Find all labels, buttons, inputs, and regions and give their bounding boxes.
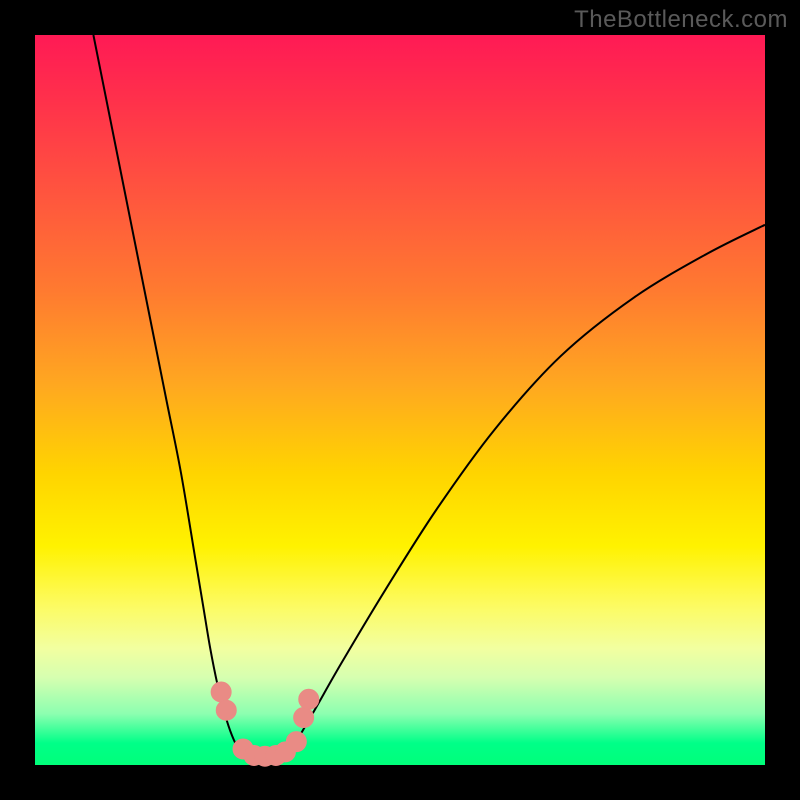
curve-group [93, 35, 765, 762]
bottleneck-curve [93, 35, 765, 762]
marker-point [294, 708, 314, 728]
plot-area [35, 35, 765, 765]
marker-point [299, 689, 319, 709]
watermark-text: TheBottleneck.com [574, 6, 788, 34]
marker-point [286, 732, 306, 752]
marker-point [216, 700, 236, 720]
marker-point [211, 682, 231, 702]
chart-svg [35, 35, 765, 765]
outer-frame: TheBottleneck.com [0, 0, 800, 800]
